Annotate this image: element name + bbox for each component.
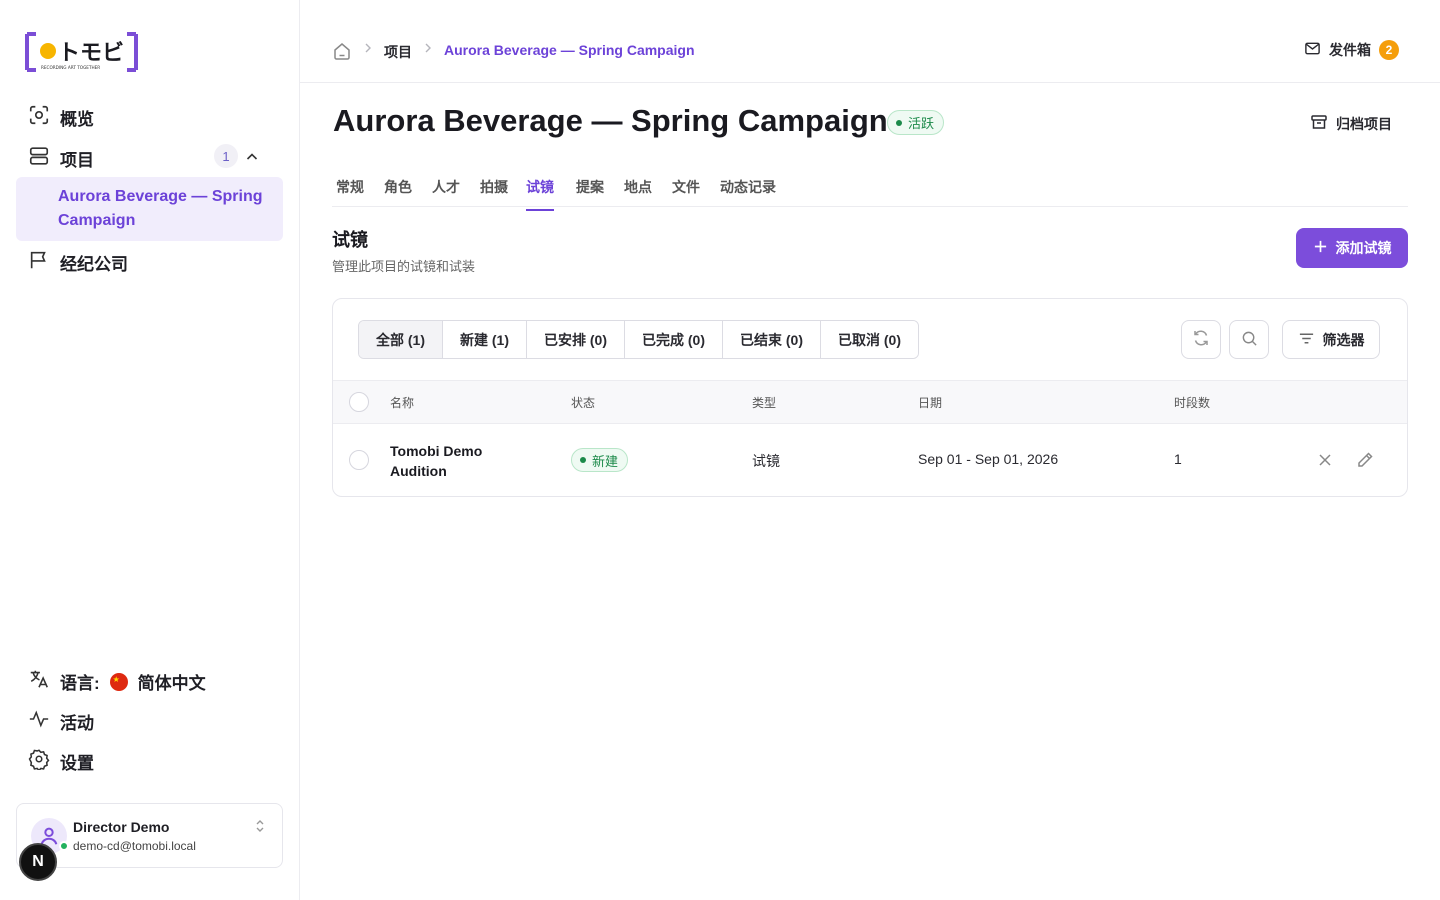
status-label: 新建 <box>592 453 619 469</box>
table-header: 名称 状态 类型 日期 时段数 <box>333 380 1407 424</box>
online-status-dot <box>59 841 69 851</box>
status-badge: 活跃 <box>887 110 945 135</box>
status-dot <box>896 119 902 126</box>
logo[interactable]: トモビ RECORDING ART TOGETHER <box>24 32 139 72</box>
filter-lines-icon <box>1298 330 1315 350</box>
tab-roles[interactable]: 角色 <box>384 177 412 209</box>
activity-icon <box>28 708 50 735</box>
column-header-type[interactable]: 类型 <box>752 394 776 411</box>
sidebar-item-agencies[interactable]: 经纪公司 <box>28 249 128 276</box>
status-label: 活跃 <box>908 116 935 131</box>
dev-tools-badge[interactable]: N <box>19 843 57 881</box>
chevron-right-icon <box>362 41 374 55</box>
filter-new[interactable]: 新建 (1) <box>443 321 527 358</box>
sidebar-item-overview[interactable]: 概览 <box>28 104 94 131</box>
chevron-up-down-icon <box>253 818 267 834</box>
column-header-status[interactable]: 状态 <box>571 394 595 411</box>
archive-label: 归档项目 <box>1336 115 1392 132</box>
audition-name[interactable]: Tomobi Demo Audition <box>390 441 530 481</box>
scan-icon <box>28 104 50 131</box>
close-icon[interactable] <box>1315 450 1335 470</box>
sidebar-item-label: 经纪公司 <box>60 255 128 274</box>
search-icon <box>1241 330 1258 350</box>
user-email: demo-cd@tomobi.local <box>73 839 196 853</box>
auditions-table-card: 全部 (1) 新建 (1) 已安排 (0) 已完成 (0) 已结束 (0) 已取… <box>332 298 1408 497</box>
sidebar: トモビ RECORDING ART TOGETHER 概览 项目 1 Auror… <box>0 0 300 900</box>
tab-locations[interactable]: 地点 <box>624 177 652 209</box>
filter-scheduled[interactable]: 已安排 (0) <box>527 321 625 358</box>
audition-date: Sep 01 - Sep 01, 2026 <box>918 451 1059 467</box>
section-subtitle: 管理此项目的试镜和试装 <box>332 259 476 274</box>
search-button[interactable] <box>1229 320 1269 359</box>
sidebar-item-label: 概览 <box>60 110 94 129</box>
tab-talent[interactable]: 人才 <box>432 177 460 209</box>
filter-ended[interactable]: 已结束 (0) <box>723 321 821 358</box>
column-header-date[interactable]: 日期 <box>918 394 942 411</box>
sidebar-item-settings[interactable]: 设置 <box>28 748 94 775</box>
language-label: 语言: <box>60 674 100 693</box>
column-header-slots[interactable]: 时段数 <box>1174 394 1210 411</box>
audition-type: 试镜 <box>752 453 780 469</box>
page-title: Aurora Beverage — Spring Campaign <box>333 103 888 138</box>
outbox-label: 发件箱 <box>1329 42 1371 58</box>
breadcrumb-current-project: Aurora Beverage — Spring Campaign <box>444 42 695 58</box>
section-title: 试镜 <box>332 230 368 250</box>
filter-all[interactable]: 全部 (1) <box>359 321 443 358</box>
home-icon[interactable] <box>332 41 352 61</box>
filter-cancelled[interactable]: 已取消 (0) <box>821 321 918 358</box>
outbox-count-badge: 2 <box>1379 40 1399 60</box>
outbox-button[interactable]: 发件箱 2 <box>1304 40 1399 60</box>
mail-icon <box>1304 40 1321 60</box>
tab-shoot[interactable]: 拍摄 <box>480 177 508 209</box>
filter-completed[interactable]: 已完成 (0) <box>625 321 723 358</box>
status-filter-segments: 全部 (1) 新建 (1) 已安排 (0) 已完成 (0) 已结束 (0) 已取… <box>358 320 919 359</box>
gear-icon <box>28 748 50 775</box>
refresh-button[interactable] <box>1181 320 1221 359</box>
chevron-right-icon <box>422 41 434 55</box>
projects-count-badge: 1 <box>214 144 238 168</box>
server-icon <box>28 145 50 172</box>
flag-icon <box>28 249 50 276</box>
pencil-icon[interactable] <box>1355 450 1375 470</box>
sidebar-item-label: 活动 <box>60 714 94 733</box>
status-badge: 新建 <box>571 448 629 472</box>
logo-tagline: RECORDING ART TOGETHER <box>41 65 100 70</box>
language-selector[interactable]: 语言: 简体中文 <box>28 668 206 695</box>
sidebar-item-project-aurora[interactable]: Aurora Beverage — Spring Campaign <box>16 177 283 241</box>
breadcrumb-projects[interactable]: 项目 <box>384 42 412 62</box>
refresh-icon <box>1191 328 1211 351</box>
status-dot <box>580 457 586 463</box>
archive-project-button[interactable]: 归档项目 <box>1310 113 1392 134</box>
filters-button[interactable]: 筛选器 <box>1282 320 1380 359</box>
tab-activity-log[interactable]: 动态记录 <box>720 177 776 209</box>
user-name: Director Demo <box>73 819 170 835</box>
sidebar-item-label: 项目 <box>60 151 94 170</box>
sidebar-item-label: 设置 <box>60 754 94 773</box>
china-flag-icon <box>109 672 128 691</box>
plus-icon <box>1313 239 1328 257</box>
add-audition-label: 添加试镜 <box>1335 240 1392 256</box>
row-checkbox[interactable] <box>349 450 369 470</box>
archive-icon <box>1310 113 1328 134</box>
tab-general[interactable]: 常规 <box>336 177 364 209</box>
logo-text: トモビ <box>58 41 124 66</box>
table-row[interactable]: Tomobi Demo Audition 新建 试镜 Sep 01 - Sep … <box>333 424 1407 496</box>
select-all-checkbox[interactable] <box>349 392 369 412</box>
translate-icon <box>28 668 50 695</box>
chevron-up-icon[interactable] <box>244 149 260 165</box>
column-header-name[interactable]: 名称 <box>390 394 414 411</box>
language-value: 简体中文 <box>137 674 206 693</box>
tab-proposals[interactable]: 提案 <box>576 177 604 209</box>
tab-files[interactable]: 文件 <box>672 177 700 209</box>
filters-label: 筛选器 <box>1322 331 1365 348</box>
add-audition-button[interactable]: 添加试镜 <box>1296 228 1408 268</box>
tab-auditions[interactable]: 试镜 <box>526 177 554 211</box>
audition-slots: 1 <box>1174 451 1182 467</box>
project-tabs: 常规 角色 人才 拍摄 试镜 提案 地点 文件 动态记录 <box>332 163 1408 211</box>
sidebar-item-activity[interactable]: 活动 <box>28 708 94 735</box>
top-bar: 项目 Aurora Beverage — Spring Campaign 发件箱… <box>300 0 1440 83</box>
